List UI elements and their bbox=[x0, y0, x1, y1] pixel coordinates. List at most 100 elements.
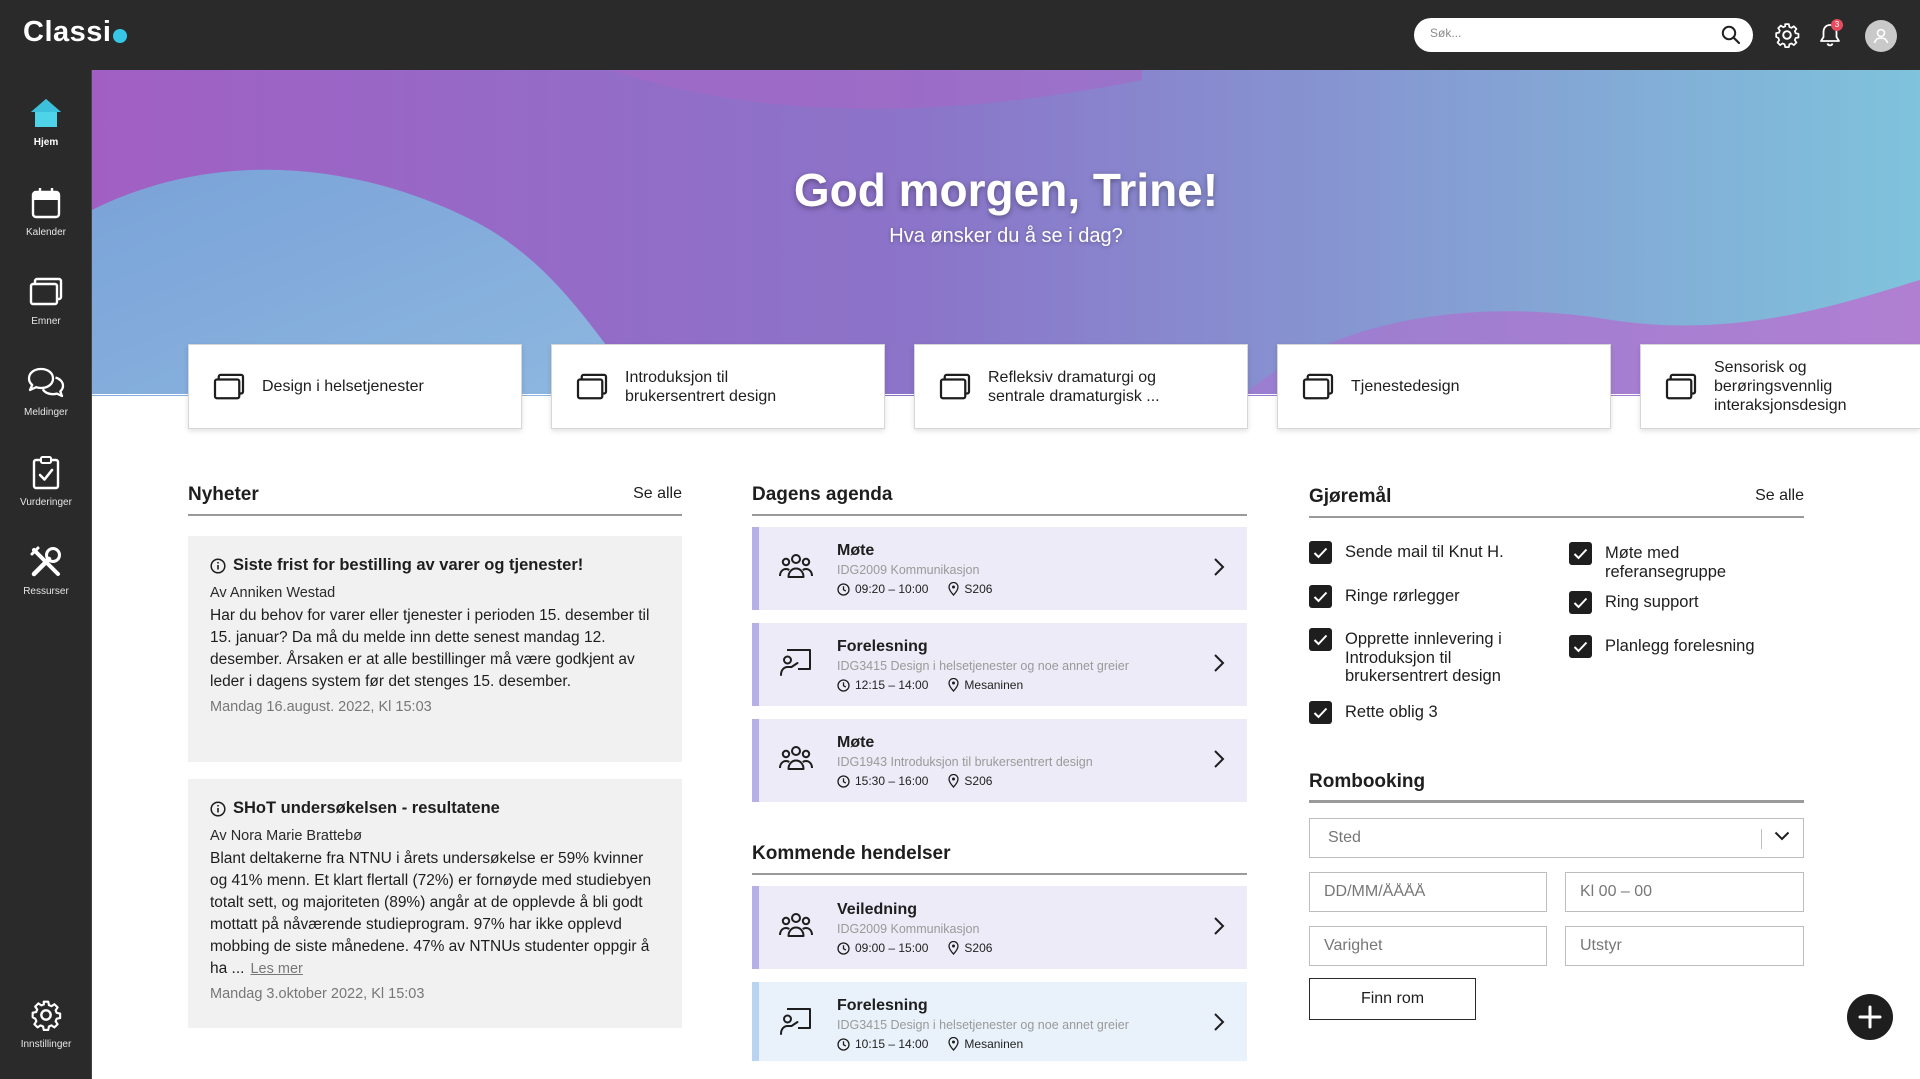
calendar-icon bbox=[27, 184, 65, 222]
event-item-time: 10:15 – 14:00 bbox=[855, 1037, 929, 1051]
home-icon bbox=[27, 94, 65, 132]
checkbox-checked[interactable] bbox=[1569, 542, 1592, 565]
notification-bell-icon[interactable]: 3 bbox=[1815, 19, 1845, 50]
todo-label: Planlegg forelesning bbox=[1605, 637, 1755, 655]
info-icon bbox=[210, 800, 226, 817]
sidebar-item-settings[interactable]: Innstillinger bbox=[0, 996, 92, 1068]
agenda-item[interactable]: Møte IDG2009 Kommunikasjon 09:20 – 10:00… bbox=[752, 527, 1247, 610]
todos-header: Gjøremål Se alle bbox=[1309, 486, 1804, 518]
course-icon bbox=[1665, 373, 1697, 401]
sidebar-item-calendar[interactable]: Kalender bbox=[0, 184, 92, 256]
greeting-subtitle: Hva ønsker du å se i dag? bbox=[889, 225, 1123, 247]
checkbox-checked[interactable] bbox=[1569, 635, 1592, 658]
chevron-right-icon[interactable] bbox=[1213, 749, 1225, 769]
sidebar-item-courses[interactable]: Emner bbox=[0, 273, 92, 345]
todo-item[interactable]: Sende mail til Knut H. bbox=[1309, 541, 1549, 564]
lecture-icon bbox=[779, 1006, 813, 1036]
chevron-right-icon[interactable] bbox=[1213, 916, 1225, 936]
course-label: Introduksjon til brukersentrert design bbox=[625, 368, 777, 405]
event-item-course: IDG3415 Design i helsetjenester og noe a… bbox=[837, 1018, 1129, 1032]
chevron-down-icon[interactable] bbox=[1774, 831, 1790, 841]
date-input[interactable] bbox=[1324, 883, 1504, 901]
clock-icon bbox=[837, 941, 850, 955]
event-item[interactable]: Veiledning IDG2009 Kommunikasjon 09:00 –… bbox=[752, 886, 1247, 969]
time-input[interactable] bbox=[1580, 883, 1760, 901]
sidebar-item-assessments[interactable]: Vurderinger bbox=[0, 454, 92, 526]
sidebar-item-home[interactable]: Hjem bbox=[0, 94, 92, 166]
chevron-right-icon[interactable] bbox=[1213, 653, 1225, 673]
todo-item[interactable]: Møte med referansegruppe bbox=[1569, 542, 1769, 581]
event-item-room: Mesaninen bbox=[964, 1037, 1024, 1051]
news-card[interactable]: SHoT undersøkelsen - resultatene Av Nora… bbox=[188, 779, 682, 1028]
agenda-item-room: S206 bbox=[964, 774, 993, 788]
find-room-button[interactable]: Finn rom bbox=[1309, 978, 1476, 1020]
chevron-right-icon[interactable] bbox=[1213, 1012, 1225, 1032]
todo-item[interactable]: Ringe rørlegger bbox=[1309, 585, 1549, 608]
event-item-meta: 10:15 – 14:00 Mesaninen bbox=[837, 1037, 1023, 1051]
todo-label: Ring support bbox=[1605, 593, 1699, 611]
agenda-item-title: Forelesning bbox=[837, 638, 928, 655]
sidebar-item-messages[interactable]: Meldinger bbox=[0, 364, 92, 436]
sidebar-item-resources[interactable]: Ressurser bbox=[0, 543, 92, 615]
todo-item[interactable]: Planlegg forelesning bbox=[1569, 635, 1789, 658]
agenda-item-meta: 12:15 – 14:00 Mesaninen bbox=[837, 678, 1023, 692]
user-avatar[interactable] bbox=[1865, 20, 1897, 52]
agenda-item-room: S206 bbox=[964, 582, 993, 596]
agenda-item[interactable]: Forelesning IDG3415 Design i helsetjenes… bbox=[752, 623, 1247, 706]
checkbox-checked[interactable] bbox=[1309, 628, 1332, 651]
checkbox-checked[interactable] bbox=[1309, 701, 1332, 724]
notification-badge: 3 bbox=[1831, 19, 1843, 31]
event-item-time: 09:00 – 15:00 bbox=[855, 941, 929, 955]
todo-item[interactable]: Rette oblig 3 bbox=[1309, 701, 1549, 724]
todo-item[interactable]: Ring support bbox=[1569, 591, 1789, 614]
news-title: Nyheter bbox=[188, 484, 259, 505]
course-card-sensorisk[interactable]: Sensorisk og berøringsvennlig interaksjo… bbox=[1640, 344, 1920, 429]
select-divider bbox=[1761, 829, 1762, 849]
location-icon bbox=[948, 774, 960, 788]
duration-input[interactable] bbox=[1324, 937, 1504, 955]
chevron-right-icon[interactable] bbox=[1213, 557, 1225, 577]
clock-icon bbox=[837, 678, 850, 692]
checkbox-checked[interactable] bbox=[1569, 591, 1592, 614]
agenda-item-title: Møte bbox=[837, 734, 875, 751]
time-field[interactable] bbox=[1565, 872, 1804, 912]
equipment-field[interactable] bbox=[1565, 926, 1804, 966]
equipment-input[interactable] bbox=[1580, 937, 1760, 955]
duration-field[interactable] bbox=[1309, 926, 1547, 966]
todo-label: Sende mail til Knut H. bbox=[1345, 543, 1504, 561]
agenda-item-time: 09:20 – 10:00 bbox=[855, 582, 929, 596]
events-header: Kommende hendelser bbox=[752, 843, 1247, 875]
course-card-tjenestedesign[interactable]: Tjenestedesign bbox=[1277, 344, 1611, 429]
search-input[interactable] bbox=[1430, 26, 1700, 40]
news-card[interactable]: Siste frist for bestilling av varer og t… bbox=[188, 536, 682, 762]
add-button[interactable] bbox=[1847, 994, 1893, 1040]
location-select[interactable]: Sted bbox=[1309, 818, 1804, 858]
checkbox-checked[interactable] bbox=[1309, 541, 1332, 564]
checkbox-checked[interactable] bbox=[1309, 585, 1332, 608]
read-more-link[interactable]: Les mer bbox=[250, 961, 302, 977]
course-card-design-helsetjenester[interactable]: Design i helsetjenester bbox=[188, 344, 522, 429]
agenda-item[interactable]: Møte IDG1943 Introduksjon til brukersent… bbox=[752, 719, 1247, 802]
location-icon bbox=[948, 678, 960, 692]
sidebar-item-label: Hjem bbox=[33, 137, 59, 148]
greeting-title: God morgen, Trine! bbox=[793, 164, 1219, 216]
course-card-brukersentrert[interactable]: Introduksjon til brukersentrert design bbox=[551, 344, 885, 429]
sidebar-item-label: Kalender bbox=[25, 227, 67, 238]
booking-title: Rombooking bbox=[1309, 771, 1426, 792]
course-card-dramaturgi[interactable]: Refleksiv dramaturgi og sentrale dramatu… bbox=[914, 344, 1248, 429]
agenda-item-course: IDG2009 Kommunikasjon bbox=[837, 563, 980, 577]
event-item[interactable]: Forelesning IDG3415 Design i helsetjenes… bbox=[752, 982, 1247, 1061]
todo-label: Møte med referansegruppe bbox=[1605, 544, 1727, 581]
todos-see-all-link[interactable]: Se alle bbox=[1755, 487, 1804, 505]
date-field[interactable] bbox=[1309, 872, 1547, 912]
clock-icon bbox=[837, 1037, 850, 1051]
app-logo[interactable]: Classi bbox=[23, 16, 128, 49]
location-select-value: Sted bbox=[1328, 829, 1361, 846]
logo-text: Classi bbox=[23, 16, 112, 48]
news-see-all-link[interactable]: Se alle bbox=[633, 485, 682, 503]
todo-item[interactable]: Opprette innlevering i Introduksjon til … bbox=[1309, 628, 1534, 686]
search-bar[interactable] bbox=[1414, 18, 1753, 52]
settings-gear-icon[interactable] bbox=[1772, 20, 1802, 50]
search-icon[interactable] bbox=[1721, 25, 1741, 45]
gear-icon bbox=[27, 996, 65, 1034]
